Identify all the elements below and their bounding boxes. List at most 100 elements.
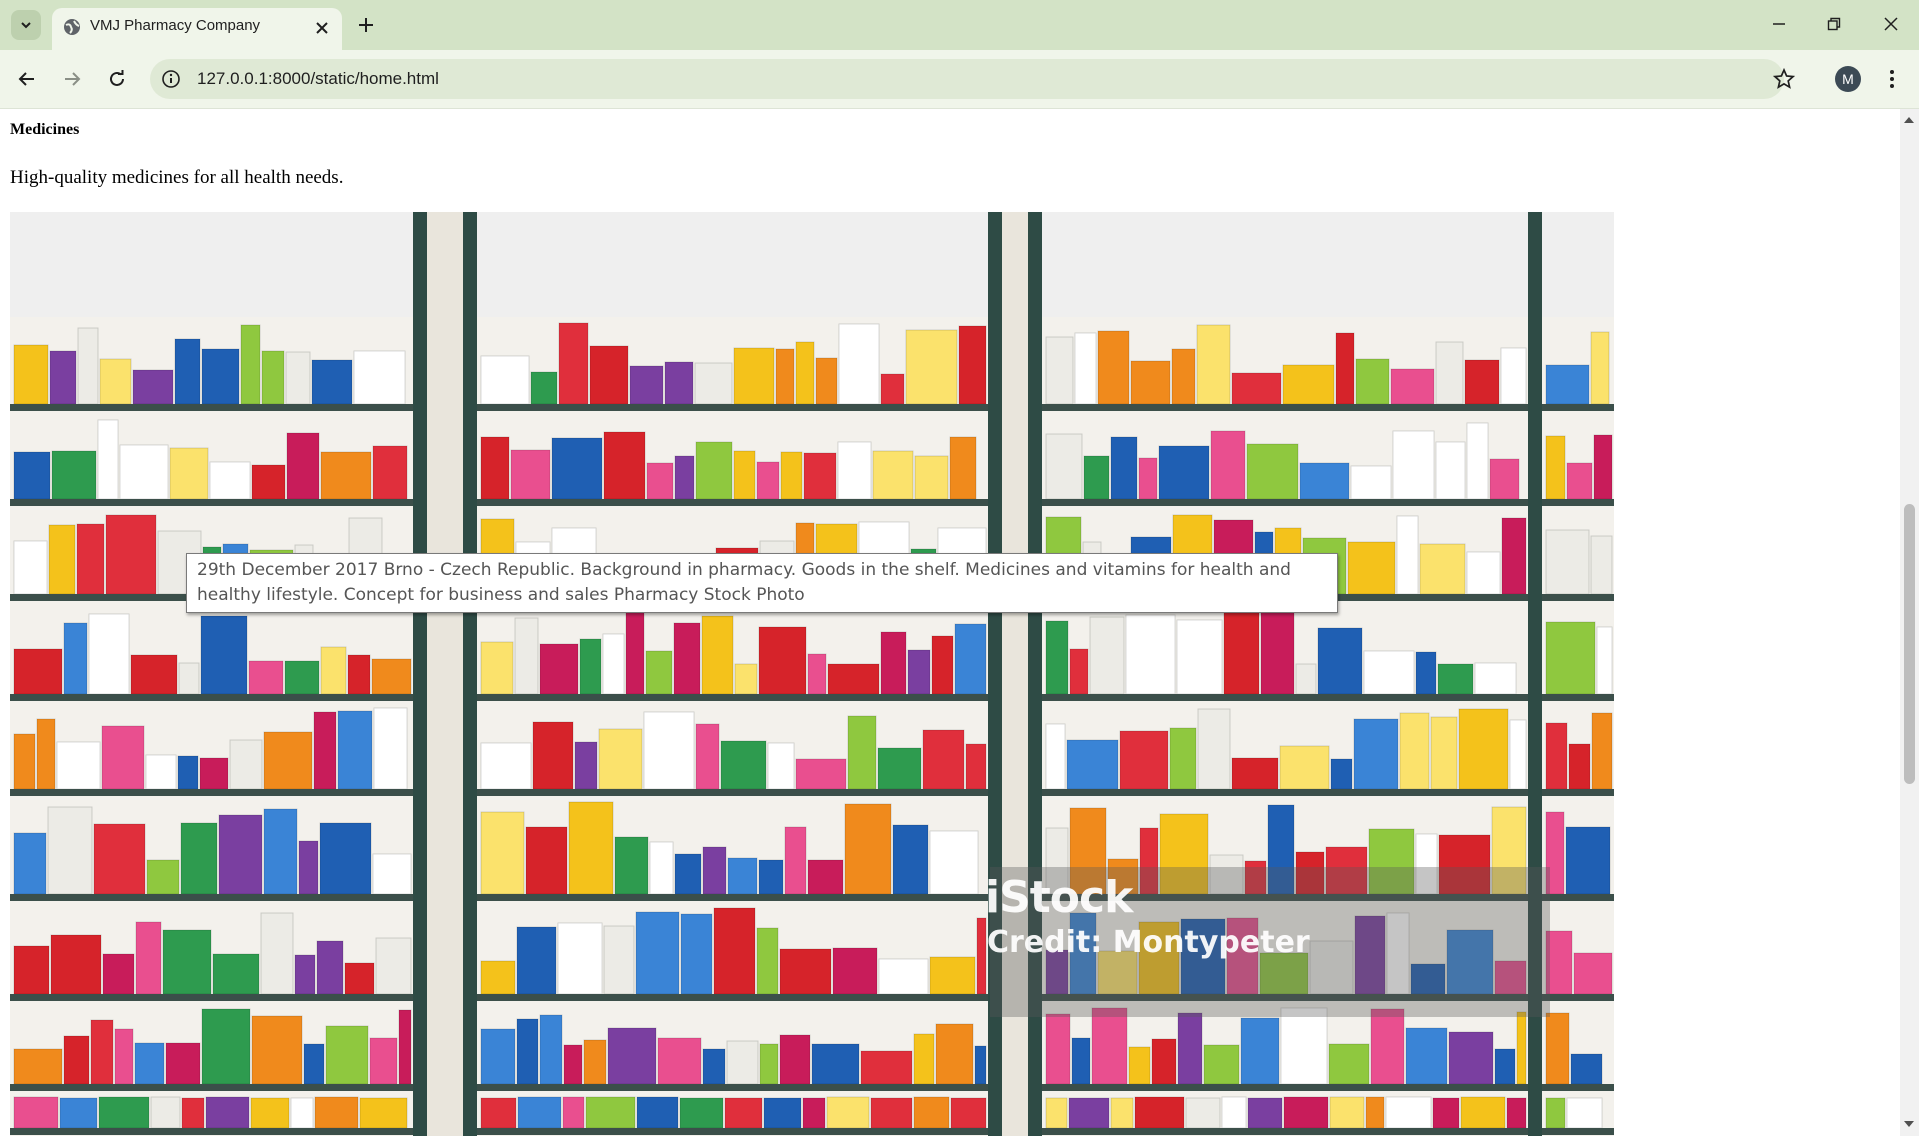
product-box — [931, 635, 954, 695]
product-box — [779, 948, 832, 995]
product-box — [734, 663, 758, 695]
shelf-image — [10, 212, 1614, 1136]
forward-button[interactable] — [55, 62, 89, 96]
product-box — [1353, 718, 1399, 790]
plus-icon — [359, 18, 373, 32]
product-box — [372, 445, 408, 500]
product-box — [1355, 358, 1390, 405]
product-box — [1134, 1096, 1185, 1129]
product-box — [510, 449, 551, 500]
product-box — [929, 956, 976, 995]
new-tab-button[interactable] — [352, 11, 380, 39]
shelf-edge — [10, 894, 413, 901]
product-box — [1596, 626, 1613, 695]
shelf-edge — [1042, 499, 1528, 506]
product-box — [646, 462, 674, 500]
product-box — [1396, 515, 1419, 595]
reload-button[interactable] — [100, 62, 134, 96]
product-box — [756, 927, 779, 995]
url-text[interactable]: 127.0.0.1:8000/static/home.html — [197, 69, 439, 89]
back-button[interactable] — [10, 62, 44, 96]
minimize-button[interactable] — [1762, 10, 1796, 38]
product-box — [1045, 620, 1069, 695]
product-box — [1501, 517, 1527, 595]
scroll-up-arrow[interactable] — [1904, 117, 1914, 123]
product-box — [1460, 1096, 1506, 1129]
product-box — [643, 711, 695, 790]
product-box — [1466, 422, 1489, 500]
active-tab[interactable]: VMJ Pharmacy Company — [52, 8, 342, 50]
product-box — [579, 638, 602, 695]
product-box — [1231, 372, 1282, 405]
shelf-edge — [10, 694, 413, 701]
product-box — [1464, 359, 1500, 405]
shelf-edge — [1542, 994, 1614, 1001]
product-box — [135, 921, 162, 995]
product-box — [337, 710, 373, 790]
product-box — [1260, 610, 1295, 695]
product-box — [1279, 745, 1330, 790]
pharmacy-shelf-photo[interactable]: iStock Credit: Montypeter — [10, 212, 1614, 1136]
product-box — [105, 514, 157, 595]
product-box — [1545, 435, 1566, 500]
product-box — [1074, 332, 1097, 405]
browser-menu-button[interactable] — [1880, 64, 1904, 94]
product-box — [59, 1097, 98, 1129]
shelf-edge — [477, 694, 988, 701]
product-box — [1516, 1011, 1527, 1085]
shelf-edge — [10, 789, 413, 796]
tab-search-button[interactable] — [11, 10, 41, 40]
product-box — [13, 540, 48, 595]
product-box — [756, 461, 780, 500]
close-window-button[interactable] — [1874, 10, 1908, 38]
close-tab-icon[interactable] — [310, 16, 334, 40]
product-box — [674, 853, 702, 895]
product-box — [240, 324, 261, 405]
shelf-edge — [1542, 499, 1614, 506]
tab-title: VMJ Pharmacy Company — [90, 17, 261, 34]
vertical-scrollbar[interactable] — [1900, 109, 1919, 1136]
product-box — [1110, 436, 1138, 500]
product-box — [695, 441, 733, 500]
address-bar[interactable]: 127.0.0.1:8000/static/home.html — [150, 59, 1796, 99]
product-box — [1128, 1046, 1151, 1085]
product-box — [1415, 651, 1437, 695]
product-box — [1069, 648, 1089, 695]
scroll-down-arrow[interactable] — [1904, 1121, 1914, 1127]
shelf-edge — [10, 404, 413, 411]
site-info-icon[interactable] — [160, 68, 182, 95]
product-box — [13, 1096, 59, 1129]
product-box — [1197, 708, 1231, 790]
product-box — [320, 646, 347, 695]
scroll-thumb[interactable] — [1904, 504, 1915, 784]
product-box — [1590, 331, 1610, 405]
product-box — [251, 1015, 303, 1085]
product-box — [1330, 758, 1353, 790]
product-box — [344, 962, 375, 995]
product-box — [169, 447, 209, 500]
product-box — [1570, 1053, 1603, 1085]
product-box — [284, 660, 320, 695]
product-box — [48, 524, 76, 595]
product-box — [102, 953, 135, 995]
product-box — [811, 1043, 860, 1085]
product-box — [1500, 347, 1527, 405]
shelf-edge — [10, 499, 413, 506]
product-box — [1068, 1097, 1110, 1129]
product-box — [726, 1040, 759, 1085]
product-box — [373, 707, 408, 790]
product-box — [177, 755, 199, 790]
product-box — [200, 615, 248, 695]
bookmark-star-icon[interactable] — [1772, 67, 1796, 95]
product-box — [929, 830, 979, 895]
more-vertical-icon — [1890, 70, 1894, 88]
product-box — [1545, 722, 1568, 790]
product-box — [1177, 1012, 1203, 1085]
product-box — [480, 355, 530, 405]
product-box — [935, 1023, 974, 1085]
restore-button[interactable] — [1817, 10, 1851, 38]
profile-avatar[interactable]: M — [1835, 66, 1861, 92]
product-box — [727, 857, 758, 895]
product-box — [1045, 723, 1066, 790]
product-box — [965, 743, 987, 790]
